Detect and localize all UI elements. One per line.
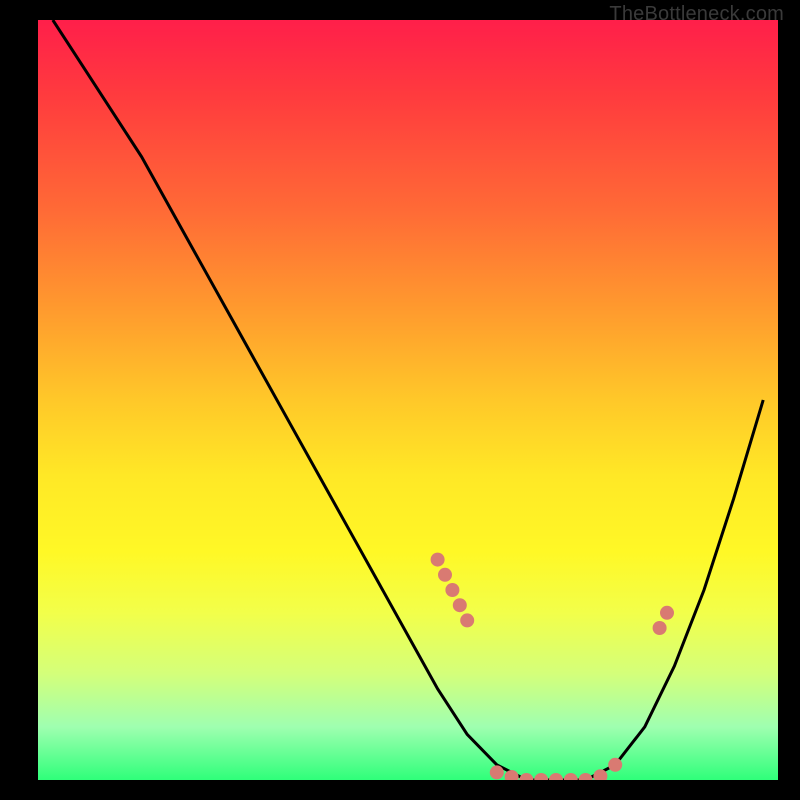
chart-frame: TheBottleneck.com (0, 0, 800, 800)
gradient-plot-area (38, 20, 778, 780)
watermark-text: TheBottleneck.com (609, 0, 784, 28)
